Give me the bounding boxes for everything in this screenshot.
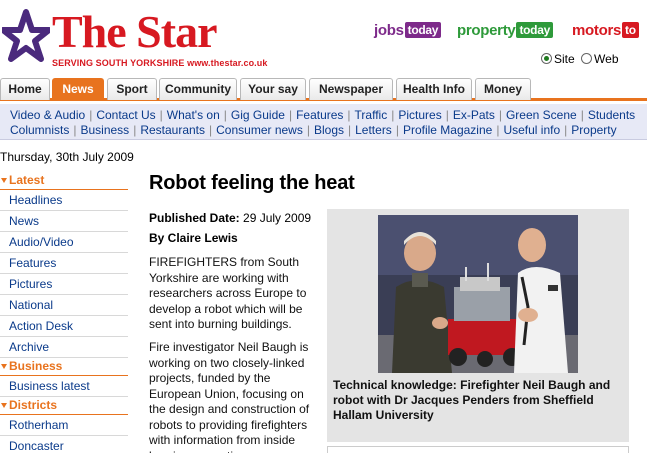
web-radio[interactable] bbox=[581, 53, 593, 64]
site-radio-label: Site bbox=[554, 52, 575, 66]
photo-illustration bbox=[378, 215, 578, 373]
nav-item-audio-video[interactable]: Audio/Video bbox=[0, 232, 128, 253]
published-date: Published Date: 29 July 2009 bbox=[149, 211, 312, 225]
subnav-link[interactable]: Ex-Pats bbox=[453, 108, 495, 122]
site-radio[interactable] bbox=[541, 53, 552, 64]
article-author: By Claire Lewis bbox=[149, 231, 238, 245]
tab-news[interactable]: News bbox=[52, 78, 104, 100]
subnav-link[interactable]: Contact Us bbox=[96, 108, 155, 122]
subnav-link[interactable]: Property bbox=[571, 123, 616, 137]
nav-item-archive[interactable]: Archive bbox=[0, 337, 128, 358]
subnav-link[interactable]: Traffic bbox=[355, 108, 388, 122]
related-box bbox=[327, 446, 629, 453]
subnav-link[interactable]: Gig Guide bbox=[231, 108, 285, 122]
nav-item-news[interactable]: News bbox=[0, 211, 128, 232]
jobs-today-link[interactable]: jobs today bbox=[374, 22, 442, 39]
nav-item-business-latest[interactable]: Business latest bbox=[0, 376, 128, 397]
web-radio-label: Web bbox=[594, 52, 619, 66]
subnav-link[interactable]: Green Scene bbox=[506, 108, 577, 122]
site-header: The Star SERVING SOUTH YORKSHIRE www.the… bbox=[0, 0, 647, 75]
nav-item-rotherham[interactable]: Rotherham bbox=[0, 415, 128, 436]
motors-today-link[interactable]: motors to bbox=[572, 22, 639, 39]
subnav-link[interactable]: Columnists bbox=[10, 123, 69, 137]
nav-item-national[interactable]: National bbox=[0, 295, 128, 316]
nav-item-action-desk[interactable]: Action Desk bbox=[0, 316, 128, 337]
tab-sport[interactable]: Sport bbox=[107, 78, 157, 100]
search-scope: Site Web bbox=[541, 52, 622, 66]
photo-box: Technical knowledge: Firefighter Neil Ba… bbox=[327, 209, 629, 442]
subnav-link[interactable]: Features bbox=[296, 108, 343, 122]
current-date: Thursday, 30th July 2009 bbox=[0, 150, 134, 164]
photo-caption: Technical knowledge: Firefighter Neil Ba… bbox=[333, 378, 611, 422]
nav-item-features[interactable]: Features bbox=[0, 253, 128, 274]
article-title: Robot feeling the heat bbox=[149, 172, 355, 194]
tab-community[interactable]: Community bbox=[159, 78, 237, 100]
nav-item-headlines[interactable]: Headlines bbox=[0, 190, 128, 211]
nav-heading-latest[interactable]: Latest bbox=[0, 172, 128, 190]
tab-home[interactable]: Home bbox=[0, 78, 50, 100]
tab-your-say[interactable]: Your say bbox=[240, 78, 306, 100]
subnav-link[interactable]: Students bbox=[588, 108, 635, 122]
nav-heading-districts[interactable]: Districts bbox=[0, 397, 128, 415]
site-logo[interactable]: The Star bbox=[52, 8, 217, 56]
sub-navigation: Video & Audio | Contact Us | What's on | Gig G… bbox=[0, 104, 647, 140]
subnav-row-2: Columnists | Business | Restaurants | Consumer… bbox=[10, 123, 617, 137]
article-paragraph: Fire investigator Neil Baugh is working … bbox=[149, 340, 310, 453]
logo-tagline: SERVING SOUTH YORKSHIRE www.thestar.co.u… bbox=[52, 58, 268, 68]
subnav-link[interactable]: Blogs bbox=[314, 123, 344, 137]
nav-item-doncaster[interactable]: Doncaster bbox=[0, 436, 128, 453]
subnav-link[interactable]: Letters bbox=[355, 123, 392, 137]
nav-item-pictures[interactable]: Pictures bbox=[0, 274, 128, 295]
subnav-link[interactable]: Video & Audio bbox=[10, 108, 85, 122]
subnav-link[interactable]: Restaurants bbox=[140, 123, 205, 137]
subnav-link[interactable]: What's on bbox=[167, 108, 220, 122]
main-tabs: Home News Sport Community Your say Newsp… bbox=[0, 78, 647, 101]
subnav-link[interactable]: Useful info bbox=[503, 123, 560, 137]
subnav-row-1: Video & Audio | Contact Us | What's on | Gig G… bbox=[10, 108, 636, 122]
article-paragraph: FIREFIGHTERS from South Yorkshire are wo… bbox=[149, 255, 307, 331]
tab-newspaper[interactable]: Newspaper bbox=[309, 78, 393, 100]
subnav-link[interactable]: Pictures bbox=[398, 108, 441, 122]
tab-money[interactable]: Money bbox=[475, 78, 531, 100]
subnav-link[interactable]: Consumer news bbox=[216, 123, 303, 137]
nav-heading-business[interactable]: Business bbox=[0, 358, 128, 376]
article-photo[interactable] bbox=[378, 215, 578, 373]
tab-health-info[interactable]: Health Info bbox=[396, 78, 472, 100]
subnav-link[interactable]: Profile Magazine bbox=[403, 123, 492, 137]
property-today-link[interactable]: property today bbox=[457, 22, 553, 39]
star-logo-icon[interactable] bbox=[2, 8, 50, 64]
left-navigation: Latest Headlines News Audio/Video Featur… bbox=[0, 172, 128, 453]
subnav-link[interactable]: Business bbox=[80, 123, 129, 137]
